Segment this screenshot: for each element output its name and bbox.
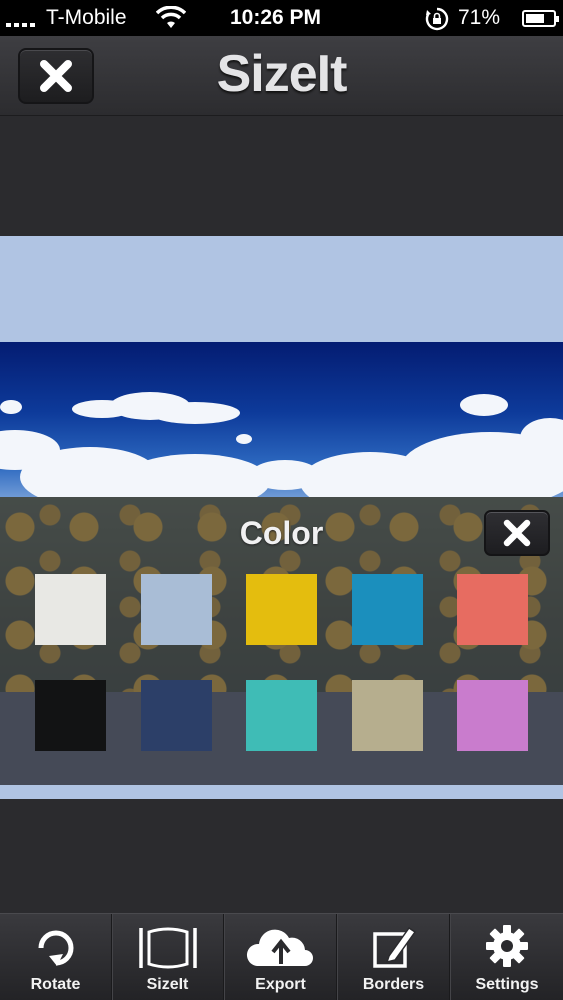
color-panel-title: Color [239,515,324,551]
sizeit-label: SizeIt [146,976,189,993]
battery-icon [522,10,559,27]
export-label: Export [255,976,306,993]
image-border-top [0,236,563,342]
gear-icon [486,925,528,967]
nav-bar: SizeIt [0,36,563,116]
cloud-upload-icon [246,929,313,966]
rotation-lock-icon [425,7,449,31]
sizeit-button[interactable]: SizeIt [112,914,224,1000]
status-time: 10:26 PM [230,6,322,29]
color-swatch[interactable] [352,680,423,751]
color-picker-panel: Color [0,497,563,785]
rotate-label: Rotate [30,976,81,993]
color-swatch[interactable] [35,680,106,751]
color-panel-close-button[interactable] [484,510,550,556]
color-swatch[interactable] [141,680,212,751]
app-title: SizeIt [216,45,348,103]
image-border-bottom [0,785,563,799]
carrier-name: T-Mobile [46,6,127,29]
battery-percent: 71% [458,6,501,29]
photo-sky[interactable] [0,342,563,497]
signal-strength-icon [6,11,48,27]
sizeit-frame-icon [138,927,197,969]
status-bar: T-Mobile 10:26 PM 71% [0,0,563,36]
export-button[interactable]: Export [225,914,337,1000]
close-x-icon [503,519,531,547]
settings-button[interactable]: Settings [451,914,563,1000]
borders-button[interactable]: Borders [338,914,450,1000]
color-swatch[interactable] [35,574,106,645]
pencil-edit-icon [372,926,416,968]
settings-label: Settings [475,976,539,993]
bottom-toolbar: Rotate SizeIt Export Borders Settings [0,913,563,1000]
wifi-icon [156,6,186,28]
rotate-button[interactable]: Rotate [0,914,112,1000]
color-swatch[interactable] [246,574,317,645]
color-swatch[interactable] [352,574,423,645]
borders-label: Borders [362,976,425,993]
color-swatch[interactable] [457,574,528,645]
color-swatch[interactable] [457,680,528,751]
color-swatch[interactable] [246,680,317,751]
color-swatch[interactable] [141,574,212,645]
rotate-icon [38,930,73,966]
